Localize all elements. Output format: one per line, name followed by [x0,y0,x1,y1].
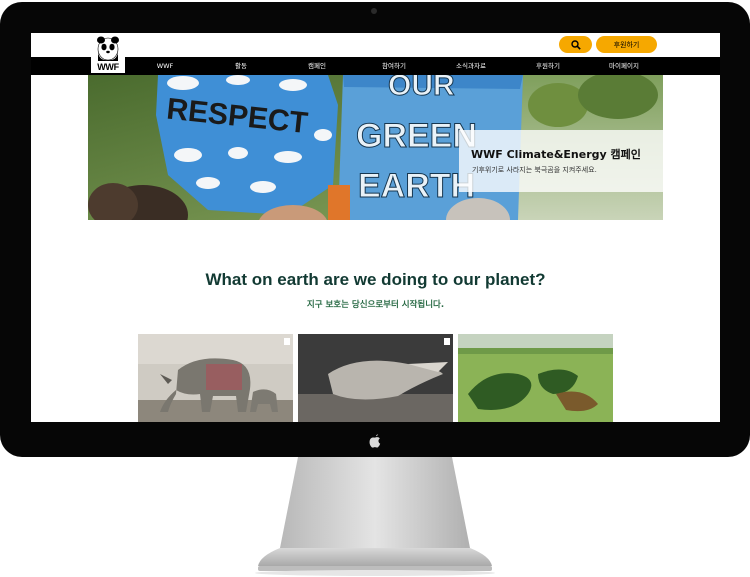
hero-sign-right-line-1: OUR [388,75,455,102]
nav-item-wwf[interactable]: WWF [157,57,174,75]
nav-item-participate[interactable]: 참여하기 [382,57,406,75]
rhino-skull-image [298,334,453,422]
nav-item-campaign[interactable]: 캠페인 [308,57,326,75]
hero-sign-right-line-3: EARTH [358,167,475,205]
logo-text: WWF [97,62,119,72]
nav-item-donate[interactable]: 후원하기 [536,57,560,75]
hero-subtitle: 기후위기로 사라지는 북극곰을 지켜주세요. [472,166,597,174]
hero-banner[interactable]: RESPECT OUR GREEN EARTH WWF Climate&Ener… [88,75,663,220]
campaign-card-rhino[interactable] [138,334,293,422]
forest-image [458,334,613,422]
rhino-image [138,334,293,422]
hero-title: WWF Climate&Energy 캠페인 [471,148,641,161]
monitor-bezel: WWF 후원하기 WWF 활동 캠페인 참여하기 소식과자료 후원하기 마이페이… [0,2,750,457]
apple-logo-icon [369,434,381,448]
main-nav: WWF 활동 캠페인 참여하기 소식과자료 후원하기 마이페이지 [31,57,720,75]
donate-button[interactable]: 후원하기 [596,36,657,53]
campaign-card-rhino-skull[interactable] [298,334,453,422]
intro-subtitle: 지구 보호는 당신으로부터 시작됩니다. [306,300,445,310]
campaign-card-forest[interactable] [458,334,613,422]
nav-item-activities[interactable]: 활동 [235,57,247,75]
nav-item-mypage[interactable]: 마이페이지 [609,57,639,75]
camera-icon [371,8,377,14]
wwf-logo[interactable]: WWF [91,35,125,73]
nav-item-news[interactable]: 소식과자료 [456,57,486,75]
panda-logo-icon [97,36,119,61]
monitor-screen: WWF 후원하기 WWF 활동 캠페인 참여하기 소식과자료 후원하기 마이페이… [31,33,720,422]
hero-caption: WWF Climate&Energy 캠페인 기후위기로 사라지는 북극곰을 지… [459,130,663,192]
search-button[interactable] [559,36,592,53]
intro-title: What on earth are we doing to our planet… [205,270,546,289]
search-icon [570,39,581,50]
